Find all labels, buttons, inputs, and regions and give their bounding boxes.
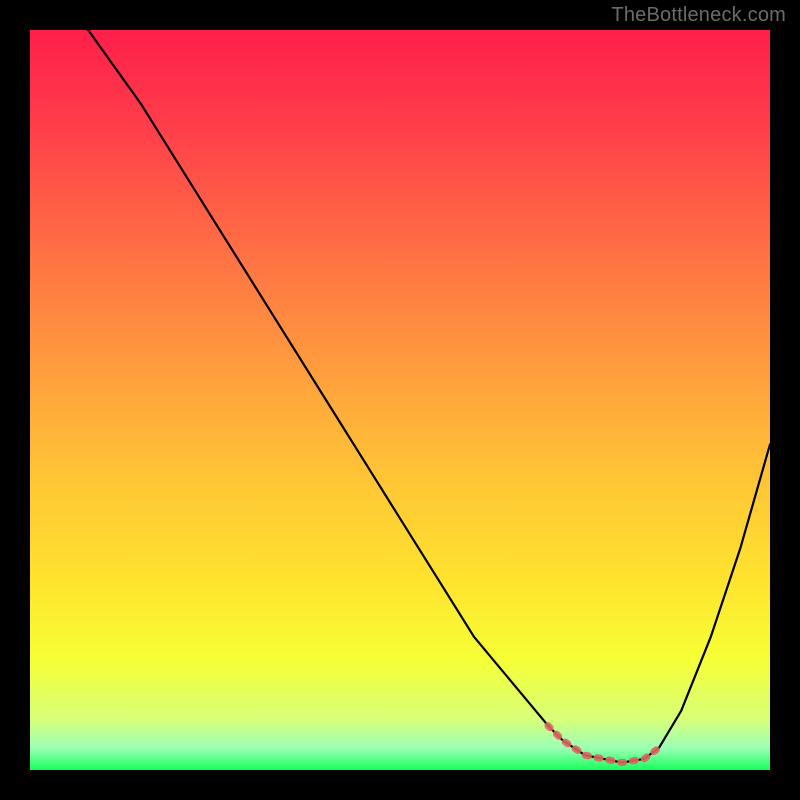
watermark-text: TheBottleneck.com bbox=[611, 4, 786, 27]
optimal-highlight bbox=[548, 726, 659, 763]
curve-path bbox=[30, 30, 770, 763]
chart-container: TheBottleneck.com bbox=[0, 0, 800, 800]
bottleneck-curve bbox=[30, 30, 770, 770]
plot-area bbox=[30, 30, 770, 770]
